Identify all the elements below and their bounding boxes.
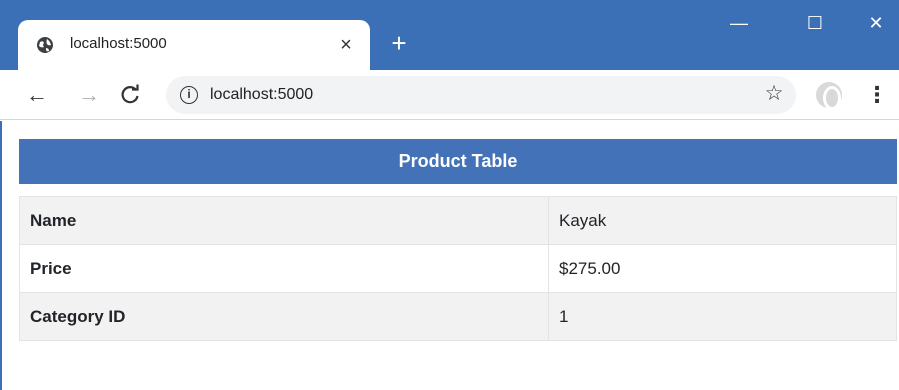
reload-icon[interactable] <box>117 82 143 108</box>
reload-arrow-icon <box>121 84 139 104</box>
forward-arrow-icon[interactable]: → <box>76 82 102 108</box>
product-table-container: Product Table Name Kayak Price $275.00 C… <box>19 139 897 341</box>
minimize-button[interactable]: — <box>714 6 764 40</box>
table-row: Category ID 1 <box>19 292 897 341</box>
row-value: Kayak <box>548 196 897 245</box>
table-row: Name Kayak <box>19 196 897 245</box>
address-bar[interactable]: i localhost:5000 ☆ <box>166 76 796 114</box>
url-text[interactable]: localhost:5000 <box>210 84 313 106</box>
page-viewport: Product Table Name Kayak Price $275.00 C… <box>0 121 899 390</box>
close-window-button[interactable]: ✕ <box>853 6 899 40</box>
row-value: $275.00 <box>548 244 897 293</box>
bookmark-star-icon[interactable]: ☆ <box>762 82 786 106</box>
tab-title: localhost:5000 <box>70 35 167 52</box>
site-info-icon[interactable]: i <box>180 86 198 104</box>
browser-toolbar: ← → i localhost:5000 ☆ ⋮ <box>0 70 899 120</box>
browser-tab[interactable]: localhost:5000 × <box>18 20 370 70</box>
product-table-title: Product Table <box>19 139 897 184</box>
profile-avatar-icon[interactable] <box>816 82 842 110</box>
row-value: 1 <box>548 292 897 341</box>
row-label: Price <box>19 244 549 293</box>
globe-icon <box>37 37 53 53</box>
table-row: Price $275.00 <box>19 244 897 293</box>
row-label: Name <box>19 196 549 245</box>
maximize-button[interactable]: ☐ <box>790 6 840 40</box>
new-tab-button[interactable]: + <box>384 28 414 58</box>
product-table: Name Kayak Price $275.00 Category ID 1 <box>19 196 897 341</box>
row-label: Category ID <box>19 292 549 341</box>
browser-titlebar: localhost:5000 × + — ☐ ✕ <box>0 0 899 70</box>
tab-close-icon[interactable]: × <box>334 33 358 57</box>
back-arrow-icon[interactable]: ← <box>24 82 50 108</box>
browser-menu-icon[interactable]: ⋮ <box>866 82 888 108</box>
